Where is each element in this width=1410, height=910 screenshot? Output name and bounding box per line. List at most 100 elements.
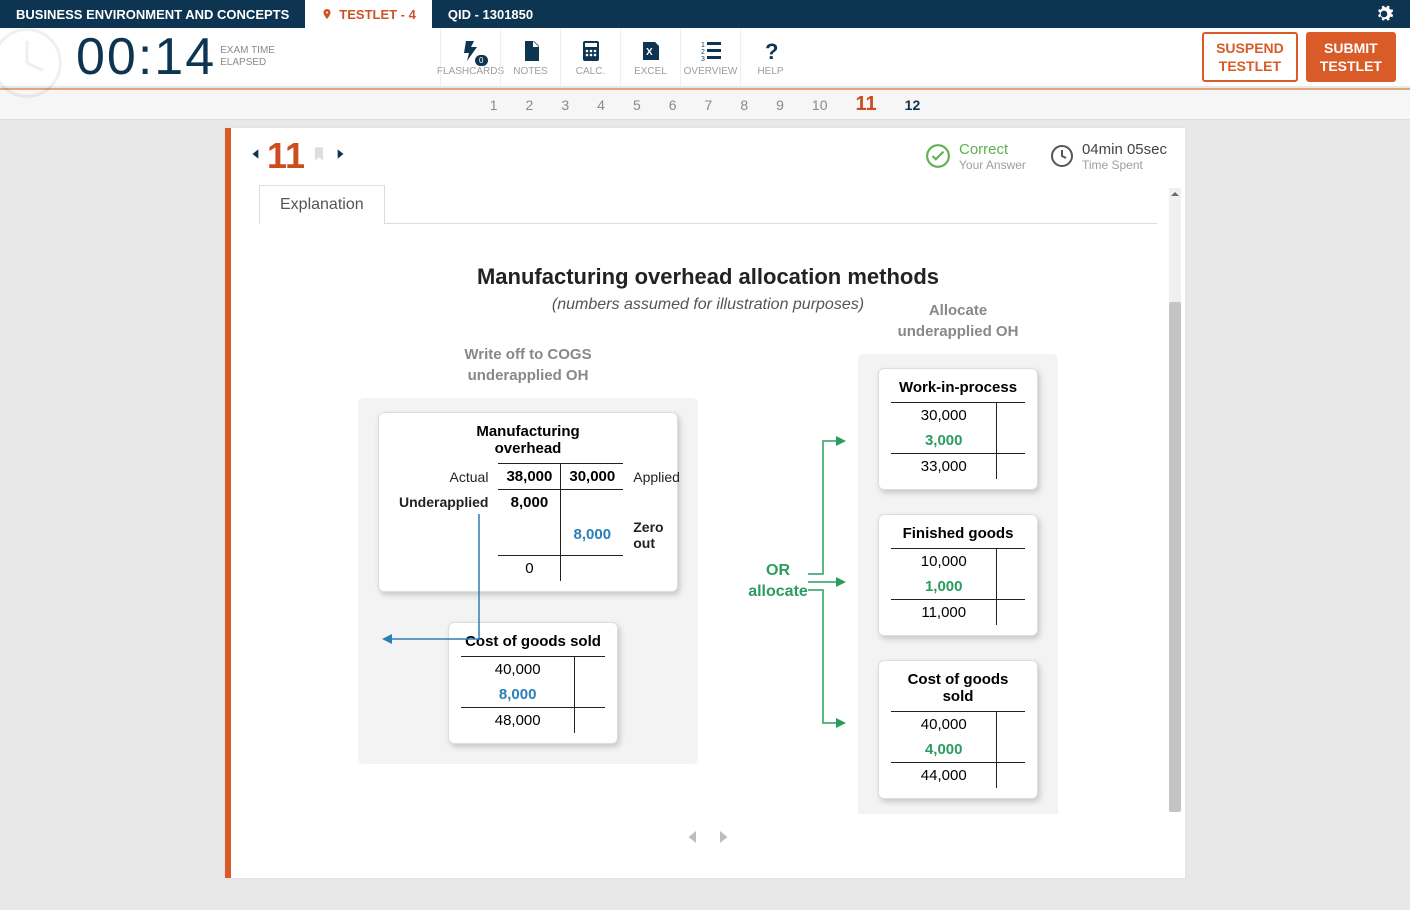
check-circle-icon <box>925 143 951 169</box>
gear-icon <box>1374 4 1394 24</box>
qnav-5[interactable]: 5 <box>633 97 641 113</box>
scrollbar-thumb[interactable] <box>1169 302 1181 812</box>
excel-icon: X <box>638 39 664 63</box>
prev-question-button[interactable] <box>249 142 263 171</box>
fg-r3: 11,000 <box>891 600 997 626</box>
question-panel: 11 Correct Your Answer 04min 05sec Tim <box>225 128 1185 878</box>
svg-text:?: ? <box>765 39 778 63</box>
content-title: Manufacturing overhead allocation method… <box>269 264 1147 290</box>
footer-prev-button[interactable] <box>684 824 702 855</box>
calc-label: CALC. <box>576 66 605 77</box>
cogs-r-caption: Cost of goods sold <box>891 671 1025 705</box>
panel-body: Explanation Manufacturing overhead alloc… <box>231 184 1185 814</box>
qnav-9[interactable]: 9 <box>776 97 784 113</box>
right-column: Allocateunderapplied OH Work-in-process … <box>858 344 1058 814</box>
tab-explanation[interactable]: Explanation <box>259 185 385 224</box>
qnav-12[interactable]: 12 <box>905 97 921 113</box>
list-icon: 123 <box>698 39 724 63</box>
timer-label: EXAM TIME ELAPSED <box>220 45 275 69</box>
calc-icon <box>578 39 604 63</box>
cogs-l-r2: 8,000 <box>461 682 575 708</box>
wip-r3: 33,000 <box>891 454 997 480</box>
suspend-button[interactable]: SUSPEND TESTLET <box>1202 32 1298 82</box>
flashcards-badge: 0 <box>475 55 487 66</box>
note-icon <box>518 39 544 63</box>
qnav-6[interactable]: 6 <box>669 97 677 113</box>
cogs-l-r1: 40,000 <box>461 656 575 682</box>
correct-title: Correct <box>959 141 1026 158</box>
footer-nav <box>231 814 1185 864</box>
moh-caption: Manufacturingoverhead <box>391 423 665 457</box>
fg-r2: 1,000 <box>891 574 997 600</box>
question-nav: 1 2 3 4 5 6 7 8 9 10 11 12 <box>0 88 1410 120</box>
left-gray-box: Manufacturingoverhead Actual 38,000 30,0… <box>358 398 698 764</box>
flashcards-label: FLASHCARDS <box>437 66 504 77</box>
qnav-7[interactable]: 7 <box>705 97 713 113</box>
clock-icon <box>1050 144 1074 168</box>
cogs-r-r1: 40,000 <box>891 712 997 738</box>
under-val: 8,000 <box>498 490 560 516</box>
cogs-left-caption: Cost of goods sold <box>461 633 605 650</box>
settings-button[interactable] <box>1374 0 1410 28</box>
overview-button[interactable]: 123 OVERVIEW <box>680 28 740 86</box>
time-sub: Time Spent <box>1082 158 1167 172</box>
testlet-label: TESTLET - 4 <box>339 7 416 22</box>
cogs-r-r3: 44,000 <box>891 763 997 789</box>
cogs-r-r2: 4,000 <box>891 737 997 763</box>
testlet-tab[interactable]: TESTLET - 4 <box>305 0 432 28</box>
wip-account: Work-in-process 30,000 3,000 33,000 <box>878 368 1038 490</box>
fg-caption: Finished goods <box>891 525 1025 542</box>
excel-button[interactable]: X EXCEL <box>620 28 680 86</box>
qnav-10[interactable]: 10 <box>812 97 828 113</box>
cogs-l-r3: 48,000 <box>461 707 575 733</box>
time-title: 04min 05sec <box>1082 141 1167 158</box>
calc-button[interactable]: CALC. <box>560 28 620 86</box>
fg-r1: 10,000 <box>891 549 997 575</box>
qnav-3[interactable]: 3 <box>561 97 569 113</box>
zero-val: 8,000 <box>561 515 623 555</box>
qnav-1[interactable]: 1 <box>490 97 498 113</box>
right-label: Allocateunderapplied OH <box>858 300 1058 342</box>
submit-button[interactable]: SUBMIT TESTLET <box>1306 32 1396 82</box>
time-spent: 04min 05sec Time Spent <box>1050 141 1167 172</box>
moh-account: Manufacturingoverhead Actual 38,000 30,0… <box>378 412 678 592</box>
qnav-4[interactable]: 4 <box>597 97 605 113</box>
toolbar: 00:14 EXAM TIME ELAPSED 0 FLASHCARDS NOT… <box>0 28 1410 88</box>
applied-val: 30,000 <box>561 464 623 490</box>
svg-text:3: 3 <box>701 56 705 63</box>
left-label: Write off to COGSunderapplied OH <box>358 344 698 386</box>
cogs-left-account: Cost of goods sold 40,000 8,000 48,000 <box>448 622 618 744</box>
qnav-11[interactable]: 11 <box>856 93 877 116</box>
stage: 11 Correct Your Answer 04min 05sec Tim <box>0 120 1410 878</box>
notes-label: NOTES <box>513 66 547 77</box>
timer-area: 00:14 EXAM TIME ELAPSED <box>0 28 300 86</box>
top-bar: BUSINESS ENVIRONMENT AND CONCEPTS TESTLE… <box>0 0 1410 28</box>
correct-sub: Your Answer <box>959 158 1026 172</box>
panel-header-right: Correct Your Answer 04min 05sec Time Spe… <box>925 141 1167 172</box>
footer-next-button[interactable] <box>714 824 732 855</box>
next-question-button[interactable] <box>333 142 347 171</box>
svg-text:1: 1 <box>701 42 705 49</box>
wip-caption: Work-in-process <box>891 379 1025 396</box>
qnav-8[interactable]: 8 <box>740 97 748 113</box>
help-icon: ? <box>758 39 784 63</box>
excel-label: EXCEL <box>634 66 667 77</box>
section-title: BUSINESS ENVIRONMENT AND CONCEPTS <box>0 0 305 28</box>
help-button[interactable]: ? HELP <box>740 28 800 86</box>
moh-final: 0 <box>498 555 560 581</box>
bookmark-button[interactable] <box>309 144 333 169</box>
flashcards-button[interactable]: 0 FLASHCARDS <box>440 28 500 86</box>
overview-label: OVERVIEW <box>684 66 738 77</box>
notes-button[interactable]: NOTES <box>500 28 560 86</box>
wip-r2: 3,000 <box>891 428 997 454</box>
qnav-2[interactable]: 2 <box>526 97 534 113</box>
question-number: 11 <box>267 135 305 177</box>
scroll-up-button[interactable] <box>1169 188 1181 200</box>
fg-account: Finished goods 10,000 1,000 11,000 <box>878 514 1038 636</box>
panel-header: 11 Correct Your Answer 04min 05sec Tim <box>231 128 1185 184</box>
pin-icon <box>321 6 333 22</box>
help-label: HELP <box>757 66 783 77</box>
explanation-content: Manufacturing overhead allocation method… <box>259 244 1157 814</box>
svg-text:X: X <box>646 47 653 58</box>
zero-label: Zero out <box>623 515 688 555</box>
